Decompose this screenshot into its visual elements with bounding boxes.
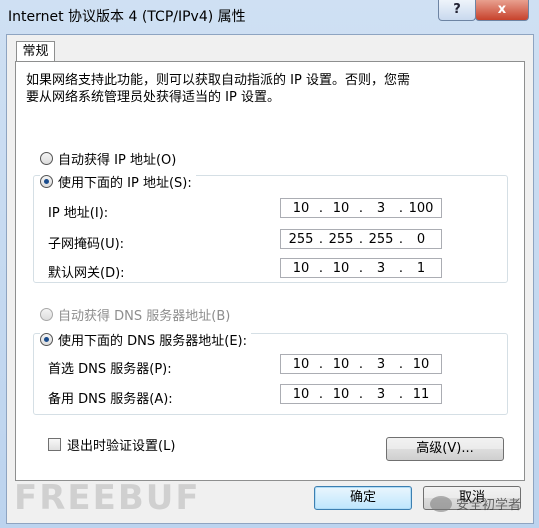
tab-panel-general: 如果网络支持此功能，则可以获取自动指派的 IP 设置。否则，您需 要从网络系统管… bbox=[15, 61, 525, 481]
ip-octet: 10 bbox=[332, 386, 350, 402]
ip-address-input[interactable]: 10. 10. 3. 100 bbox=[280, 198, 442, 218]
ip-octet: 10 bbox=[292, 200, 310, 216]
subnet-mask-label: 子网掩码(U): bbox=[48, 237, 125, 252]
window-title: Internet 协议版本 4 (TCP/IPv4) 属性 bbox=[8, 9, 246, 25]
watermark-logo: FREEBUF bbox=[14, 478, 201, 518]
auto-ip-radio-row[interactable]: 自动获得 IP 地址(O) bbox=[40, 149, 176, 168]
ip-octet: 11 bbox=[412, 386, 430, 402]
preferred-dns-input[interactable]: 10. 10. 3. 10 bbox=[280, 354, 442, 374]
manual-dns-label: 使用下面的 DNS 服务器地址(E): bbox=[58, 334, 247, 349]
preferred-dns-label: 首选 DNS 服务器(P): bbox=[48, 362, 172, 377]
validate-on-exit-row[interactable]: 退出时验证设置(L) bbox=[48, 435, 175, 454]
ip-octet: 10 bbox=[292, 356, 310, 372]
auto-ip-radio[interactable] bbox=[40, 152, 53, 165]
ip-octet: 10 bbox=[332, 260, 350, 276]
close-button[interactable]: x bbox=[475, 0, 529, 21]
watermark-account: 安全初学者 bbox=[430, 494, 521, 513]
validate-on-exit-label: 退出时验证设置(L) bbox=[67, 439, 176, 454]
auto-ip-label: 自动获得 IP 地址(O) bbox=[58, 153, 177, 168]
manual-ip-radio-row[interactable]: 使用下面的 IP 地址(S): bbox=[40, 172, 196, 191]
ip-octet: 10 bbox=[332, 356, 350, 372]
tab-general[interactable]: 常规 bbox=[16, 41, 55, 62]
ip-octet: 100 bbox=[408, 200, 434, 216]
subnet-mask-input[interactable]: 255. 255. 255. 0 bbox=[280, 229, 442, 249]
properties-dialog: Internet 协议版本 4 (TCP/IPv4) 属性 ? x 常规 如果网… bbox=[0, 0, 539, 528]
manual-dns-radio[interactable] bbox=[40, 333, 53, 346]
ip-octet: 3 bbox=[376, 386, 386, 402]
advanced-button[interactable]: 高级(V)... bbox=[386, 437, 504, 461]
ip-octet: 10 bbox=[292, 386, 310, 402]
alternate-dns-input[interactable]: 10. 10. 3. 11 bbox=[280, 384, 442, 404]
ip-octet: 3 bbox=[376, 200, 386, 216]
ok-button[interactable]: 确定 bbox=[314, 486, 412, 510]
title-bar[interactable]: Internet 协议版本 4 (TCP/IPv4) 属性 ? x bbox=[0, 0, 539, 30]
ip-octet: 10 bbox=[292, 260, 310, 276]
alternate-dns-label: 备用 DNS 服务器(A): bbox=[48, 392, 173, 407]
ip-octet: 10 bbox=[412, 356, 430, 372]
ip-octet: 255 bbox=[328, 231, 354, 247]
ip-octet: 0 bbox=[416, 231, 426, 247]
ip-octet: 255 bbox=[368, 231, 394, 247]
ip-octet: 3 bbox=[376, 356, 386, 372]
ip-octet: 1 bbox=[416, 260, 426, 276]
ip-address-label: IP 地址(I): bbox=[48, 206, 109, 221]
description-text: 如果网络支持此功能，则可以获取自动指派的 IP 设置。否则，您需 要从网络系统管… bbox=[26, 73, 410, 105]
manual-ip-label: 使用下面的 IP 地址(S): bbox=[58, 176, 192, 191]
ip-octet: 10 bbox=[332, 200, 350, 216]
manual-dns-radio-row[interactable]: 使用下面的 DNS 服务器地址(E): bbox=[40, 330, 251, 349]
default-gateway-input[interactable]: 10. 10. 3. 1 bbox=[280, 258, 442, 278]
ip-octet: 3 bbox=[376, 260, 386, 276]
auto-dns-label: 自动获得 DNS 服务器地址(B) bbox=[58, 309, 231, 324]
auto-dns-radio[interactable] bbox=[40, 308, 53, 321]
wechat-icon bbox=[430, 495, 452, 512]
watermark-account-name: 安全初学者 bbox=[456, 498, 522, 513]
validate-on-exit-checkbox[interactable] bbox=[48, 438, 61, 451]
ip-octet: 255 bbox=[288, 231, 314, 247]
default-gateway-label: 默认网关(D): bbox=[48, 266, 125, 281]
auto-dns-radio-row[interactable]: 自动获得 DNS 服务器地址(B) bbox=[40, 305, 230, 324]
manual-ip-radio[interactable] bbox=[40, 175, 53, 188]
help-button[interactable]: ? bbox=[438, 0, 476, 21]
dialog-client: 常规 如果网络支持此功能，则可以获取自动指派的 IP 设置。否则，您需 要从网络… bbox=[6, 34, 534, 524]
